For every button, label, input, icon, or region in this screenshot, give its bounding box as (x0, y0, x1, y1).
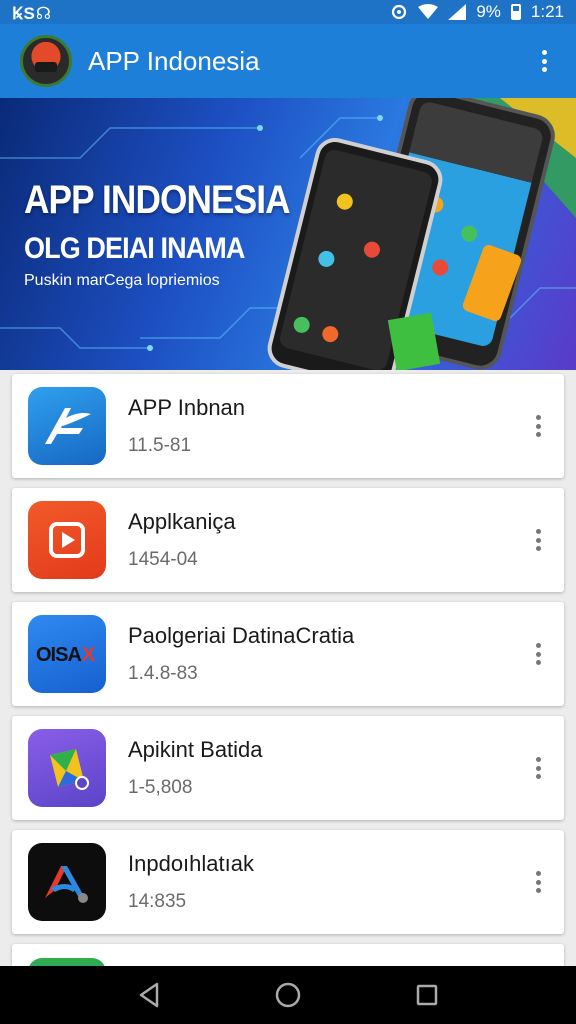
app-version: 14:835 (128, 891, 187, 912)
banner-caption: Puskin marCega lopriemios (24, 272, 220, 289)
banner-headline: APP INDONESIA (24, 178, 291, 222)
system-nav-bar (0, 966, 576, 1024)
more-vert-icon[interactable] (526, 527, 550, 553)
map-fold-icon (28, 729, 106, 807)
app-name: Applkaniça (128, 509, 236, 534)
app-logo-icon (20, 35, 72, 87)
promo-banner[interactable]: APP INDONESIA OLG DEIAI INAMA Puskin mar… (0, 98, 576, 370)
recents-icon[interactable] (413, 981, 441, 1009)
app-name: Inpdoıhlatıak (128, 851, 254, 876)
home-icon[interactable] (274, 981, 302, 1009)
list-item[interactable]: APP Inbnan 11.5-81 (12, 374, 564, 478)
sync-icon (392, 4, 407, 20)
battery-percent: 9% (476, 2, 501, 21)
app-list: APP Inbnan 11.5-81 Applkaniça 1454-04 OI… (0, 370, 576, 966)
a-logo-icon (28, 843, 106, 921)
svg-text:X: X (82, 644, 96, 666)
more-vert-icon[interactable] (526, 641, 550, 667)
app-name: Paolgeriai DatinaCratia (128, 623, 355, 648)
oisax-icon: OISA X (28, 615, 106, 693)
play-icon (28, 501, 106, 579)
list-item[interactable]: Applkaniça 1454-04 (12, 488, 564, 592)
app-version: 1454-04 (128, 549, 198, 570)
app-version: 11.5-81 (128, 435, 192, 456)
list-item[interactable] (12, 944, 564, 966)
back-icon[interactable] (135, 981, 163, 1009)
svg-text:OISA: OISA (36, 644, 81, 666)
more-vert-icon[interactable] (532, 47, 556, 75)
more-vert-icon[interactable] (526, 755, 550, 781)
list-item[interactable]: Apikint Batida 1-5,808 (12, 716, 564, 820)
status-bar: ꝂS☊ 9% 1:21 (0, 0, 576, 24)
app-title: APP Indonesia (88, 45, 260, 76)
app-name: Apikint Batida (128, 737, 263, 762)
banner-subheadline: OLG DEIAI INAMA (24, 232, 245, 265)
app-version: 1-5,808 (128, 777, 193, 798)
app-name: APP Inbnan (128, 395, 246, 420)
more-vert-icon[interactable] (526, 869, 550, 895)
list-item[interactable]: Inpdoıhlatıak 14:835 (12, 830, 564, 934)
clock: 1:21 (530, 2, 564, 21)
status-icons: 9% 1:21 (390, 2, 564, 22)
partial-app-icon (28, 958, 106, 966)
app-version: 1.4.8-83 (128, 663, 198, 684)
decor-shape (387, 312, 441, 370)
app-bar: APP Indonesia (0, 24, 576, 98)
list-item[interactable]: OISA X Paolgeriai DatinaCratia 1.4.8-83 (12, 602, 564, 706)
signal-icon (448, 4, 467, 20)
more-vert-icon[interactable] (526, 413, 550, 439)
notification-icons: ꝂS☊ (12, 3, 52, 23)
battery-icon (510, 4, 521, 20)
feather-a-icon (28, 387, 106, 465)
wifi-icon (418, 4, 439, 19)
